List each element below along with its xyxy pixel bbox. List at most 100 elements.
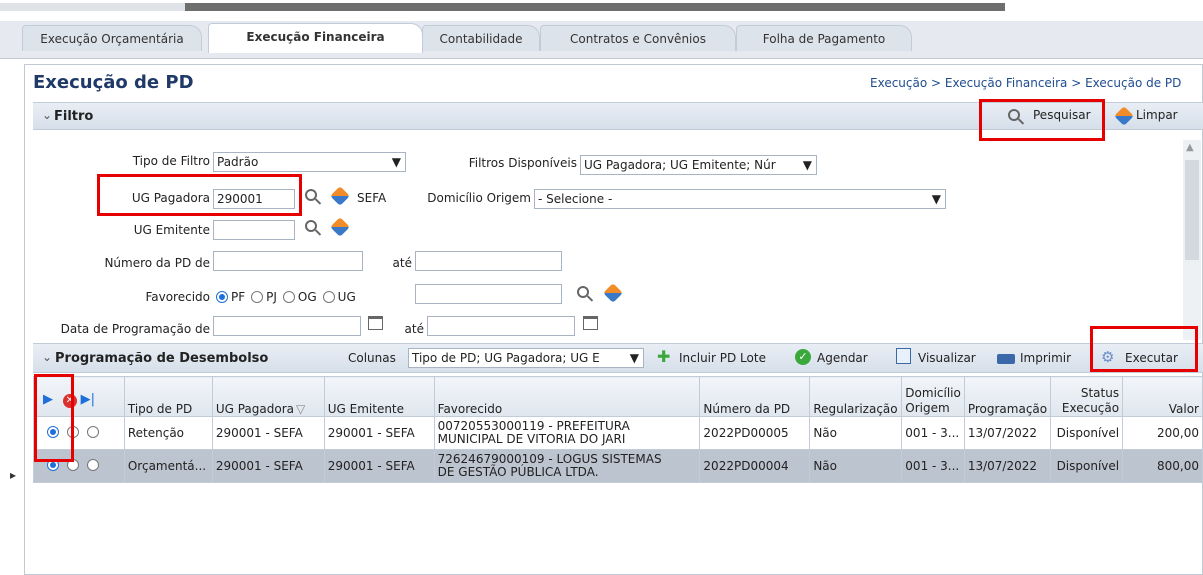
data-programacao-label: Data de Programação de — [60, 322, 210, 336]
cell-tipo: Orçamentá... — [123, 449, 213, 483]
col-regularizacao[interactable]: Regularização — [809, 376, 903, 417]
collapse-icon[interactable]: ⌄ — [42, 108, 52, 122]
table-row[interactable]: Orçamentá... 290001 - SEFA 290001 - SEFA… — [33, 449, 1203, 483]
data-ate-label: até — [404, 322, 424, 336]
incluir-pd-lote-button[interactable]: Incluir PD Lote — [679, 351, 766, 365]
col-dominio-origem[interactable]: Domicílio Origem — [901, 376, 965, 417]
programacao-title: Programação de Desembolso — [55, 351, 269, 366]
col-tipo-pd[interactable]: Tipo de PD — [123, 376, 213, 417]
col-numero-pd[interactable]: Número da PD — [699, 376, 811, 417]
colunas-select[interactable]: Tipo de PD; UG Pagadora; UG E ▼ — [408, 348, 644, 368]
tab-folha[interactable]: Folha de Pagamento — [736, 25, 912, 51]
gear-icon: ⚙ — [1101, 348, 1115, 366]
favorecido-og-label: OG — [297, 290, 317, 304]
favorecido-radio-group: PF PJ OG UG — [216, 290, 356, 304]
cell-valor: 800,00 — [1122, 449, 1203, 483]
col-favorecido[interactable]: Favorecido — [433, 376, 701, 417]
ug-emitente-label: UG Emitente — [133, 223, 210, 237]
calendar-de-icon[interactable] — [368, 316, 383, 333]
favorecido-pj-radio[interactable] — [251, 291, 264, 303]
cell-favorecido-line1: 72624679000109 - LOGUS SISTEMAS — [437, 452, 662, 466]
col-valor[interactable]: Valor — [1122, 376, 1203, 417]
favorecido-pj-label: PJ — [266, 290, 277, 304]
cell-status: Disponível — [1050, 416, 1124, 450]
row-skip-radio[interactable] — [87, 458, 99, 471]
favorecido-label: Favorecido — [145, 290, 210, 304]
ug-emitente-search-icon[interactable] — [305, 220, 317, 235]
top-strip — [0, 0, 1203, 14]
skip-all-icon[interactable]: ▶| — [81, 392, 95, 407]
search-icon — [1008, 109, 1020, 124]
col-dominio-line2: Origem — [905, 401, 950, 415]
calendar-ate-icon[interactable] — [583, 316, 598, 333]
col-dominio-line1: Domicílio — [905, 386, 961, 400]
favorecido-search-icon[interactable] — [577, 286, 589, 301]
ug-pagadora-search-icon[interactable] — [305, 189, 317, 204]
col-ug-emitente[interactable]: UG Emitente — [323, 376, 435, 417]
pesquisar-button[interactable]: Pesquisar — [1033, 108, 1091, 122]
cell-favorecido-line1: 00720553000119 - PREFEITURA — [437, 419, 630, 433]
ug-pagadora-input[interactable]: 290001 — [213, 189, 295, 209]
page-title: Execução de PD — [33, 72, 194, 93]
numero-pd-de-input[interactable] — [213, 251, 363, 271]
numero-pd-ate-input[interactable] — [415, 251, 562, 271]
sort-icon[interactable]: ▽ — [296, 402, 305, 416]
col-status-line2: Execução — [1061, 401, 1120, 415]
eraser-icon — [1114, 106, 1134, 126]
cell-numero: 2022PD00005 — [699, 416, 811, 450]
favorecido-og-radio[interactable] — [282, 291, 295, 303]
table-header-row: ▶ ✕ ▶| Tipo de PD UG Pagadora ▽ UG Emiten… — [33, 376, 1203, 417]
dominio-origem-select[interactable]: - Selecione - ▼ — [534, 189, 946, 209]
visualizar-button[interactable]: Visualizar — [918, 351, 976, 365]
col-status-execucao[interactable]: Status Execução — [1050, 376, 1124, 417]
filter-scroll-thumb[interactable] — [1185, 160, 1199, 260]
col-programacao[interactable]: Programação — [963, 376, 1052, 417]
plus-icon: ✚ — [657, 347, 671, 366]
filtros-disponiveis-select[interactable]: UG Pagadora; UG Emitente; Núr ▼ — [580, 155, 817, 175]
favorecido-ug-radio[interactable] — [322, 291, 335, 303]
executar-button[interactable]: Executar — [1125, 351, 1178, 365]
cell-dominio: 001 - 3... — [901, 416, 965, 450]
ug-emitente-clear-icon[interactable] — [330, 217, 350, 237]
cell-programacao: 13/07/2022 — [963, 449, 1052, 483]
tab-execucao-orcamentaria[interactable]: Execução Orçamentária — [22, 25, 202, 51]
tab-execucao-financeira[interactable]: Execução Financeira — [208, 23, 423, 53]
ug-emitente-input[interactable] — [213, 220, 295, 240]
cell-ug-emit: 290001 - SEFA — [323, 416, 435, 450]
agendar-button[interactable]: Agendar — [817, 351, 868, 365]
highlight-select-column — [34, 374, 74, 462]
filtro-title: Filtro — [54, 109, 94, 124]
cell-favorecido-line2: DE GESTÃO PÚBLICA LTDA. — [437, 465, 599, 479]
cell-regularizacao: Não — [809, 416, 903, 450]
cell-programacao: 13/07/2022 — [963, 416, 1052, 450]
limpar-button[interactable]: Limpar — [1136, 108, 1178, 122]
programacao-collapse-icon[interactable]: ⌄ — [42, 350, 52, 364]
cell-status: Disponível — [1050, 449, 1124, 483]
numero-pd-label: Número da PD de — [104, 256, 210, 270]
tab-contabilidade[interactable]: Contabilidade — [422, 25, 540, 51]
col-status-line1: Status — [1080, 386, 1120, 400]
data-de-input[interactable] — [213, 316, 361, 336]
row-skip-radio[interactable] — [87, 425, 99, 438]
side-handle-icon[interactable]: ▸ — [10, 468, 16, 482]
breadcrumb[interactable]: Execução > Execução Financeira > Execuçã… — [870, 76, 1181, 90]
cell-favorecido: 00720553000119 - PREFEITURA MUNICIPAL DE … — [433, 416, 701, 450]
favorecido-input[interactable] — [415, 284, 562, 304]
col-ug-pagadora[interactable]: UG Pagadora ▽ — [211, 376, 325, 417]
tab-contratos[interactable]: Contratos e Convênios — [540, 25, 736, 51]
favorecido-clear-icon[interactable] — [603, 283, 623, 303]
cell-favorecido-line2: MUNICIPAL DE VITORIA DO JARI — [437, 432, 626, 446]
numero-pd-ate-label: até — [392, 256, 412, 270]
colunas-value: Tipo de PD; UG Pagadora; UG E — [412, 351, 600, 365]
cell-valor: 200,00 — [1122, 416, 1203, 450]
scroll-up-icon[interactable]: ▲ — [1186, 142, 1194, 153]
favorecido-pf-radio[interactable] — [216, 291, 228, 303]
tipo-filtro-label: Tipo de Filtro — [132, 154, 210, 168]
ug-pagadora-clear-icon[interactable] — [330, 186, 350, 206]
tipo-filtro-select[interactable]: Padrão ▼ — [213, 152, 406, 172]
data-ate-input[interactable] — [427, 316, 575, 336]
cell-favorecido: 72624679000109 - LOGUS SISTEMAS DE GESTÃO… — [433, 449, 701, 483]
cell-dominio: 001 - 3... — [901, 449, 965, 483]
table-row[interactable]: Retenção 290001 - SEFA 290001 - SEFA 007… — [33, 416, 1203, 450]
imprimir-button[interactable]: Imprimir — [1020, 351, 1071, 365]
